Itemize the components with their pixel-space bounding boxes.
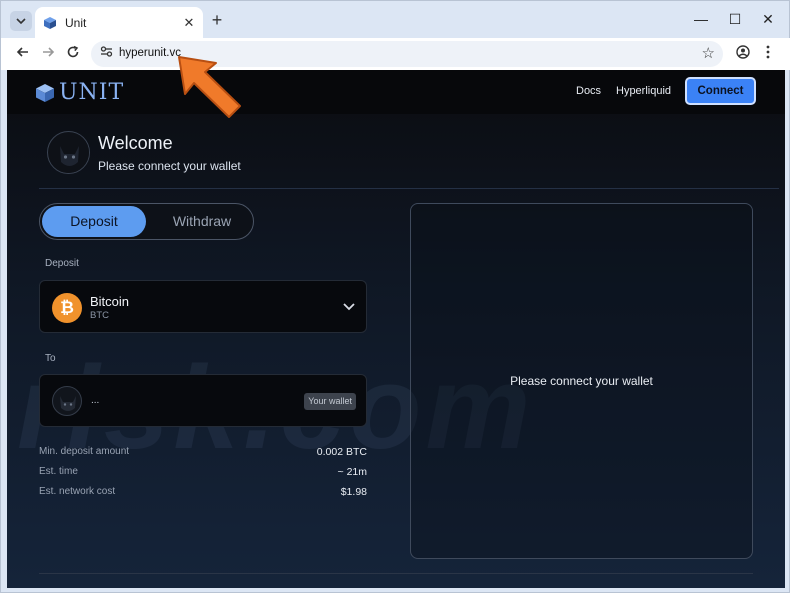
arrow-left-icon bbox=[16, 47, 28, 57]
welcome-title: Welcome bbox=[98, 133, 173, 153]
connect-button[interactable]: Connect bbox=[685, 77, 756, 105]
bookmark-star-icon[interactable]: ☆ bbox=[702, 44, 715, 62]
pointer-arrow-icon bbox=[178, 56, 241, 118]
logo-text: UNIT bbox=[59, 80, 125, 105]
tab-withdraw[interactable]: Withdraw bbox=[152, 206, 252, 237]
site-logo[interactable]: UNIT bbox=[35, 80, 124, 105]
unit-favicon-icon bbox=[43, 16, 57, 30]
asset-ticker: BTC bbox=[90, 310, 109, 321]
stat-value-min-deposit: 0.002 BTC bbox=[316, 446, 367, 458]
stat-label-network-cost: Est. network cost bbox=[39, 486, 116, 497]
tab-bar: Unit ✕ + — ☐ ✕ bbox=[1, 1, 790, 39]
browser-tab[interactable]: Unit ✕ bbox=[35, 7, 203, 39]
connect-wallet-message: Please connect your wallet bbox=[510, 374, 653, 388]
welcome-section: Welcome Please connect your wallet bbox=[39, 127, 779, 189]
wallet-panel: Please connect your wallet bbox=[410, 203, 753, 559]
back-button[interactable] bbox=[13, 44, 33, 64]
arrow-right-icon bbox=[43, 47, 55, 57]
close-window-button[interactable]: ✕ bbox=[758, 11, 778, 28]
maximize-button[interactable]: ☐ bbox=[725, 11, 745, 28]
stat-value-network-cost: $1.98 bbox=[340, 486, 367, 498]
destination-wallet-field[interactable]: ... Your wallet bbox=[39, 374, 367, 427]
minimize-button[interactable]: — bbox=[691, 11, 711, 27]
to-section-label: To bbox=[45, 353, 56, 364]
stat-label-min-deposit: Min. deposit amount bbox=[39, 446, 130, 457]
reload-icon bbox=[67, 45, 79, 58]
site-settings-icon[interactable] bbox=[98, 46, 114, 62]
tab-search-dropdown[interactable] bbox=[10, 11, 32, 31]
unit-cube-icon bbox=[36, 83, 54, 102]
deposit-section-label: Deposit bbox=[45, 258, 79, 269]
page-content: risk.com UNIT Docs Hyperliquid Connect W… bbox=[7, 70, 785, 588]
browser-toolbar: hyperunit.vc ☆ bbox=[1, 38, 790, 70]
asset-select[interactable]: ₿ Bitcoin BTC bbox=[39, 280, 367, 333]
wallet-avatar bbox=[52, 386, 82, 416]
more-vertical-icon bbox=[766, 45, 770, 59]
your-wallet-badge[interactable]: Your wallet bbox=[304, 393, 356, 410]
stat-value-est-time: ~ 21m bbox=[337, 466, 367, 478]
nav-link-hyperliquid[interactable]: Hyperliquid bbox=[616, 85, 671, 97]
welcome-subtitle: Please connect your wallet bbox=[98, 159, 241, 173]
wallet-address-placeholder: ... bbox=[91, 395, 100, 406]
nav-link-docs[interactable]: Docs bbox=[576, 85, 601, 97]
browser-menu-button[interactable] bbox=[758, 44, 778, 64]
cat-avatar-icon bbox=[60, 396, 76, 411]
new-tab-button[interactable]: + bbox=[207, 11, 227, 31]
profile-button[interactable] bbox=[733, 44, 753, 64]
tab-title: Unit bbox=[65, 16, 87, 30]
reload-button[interactable] bbox=[63, 44, 83, 64]
tab-close-icon[interactable]: ✕ bbox=[179, 15, 199, 31]
divider bbox=[39, 573, 753, 574]
chevron-down-icon bbox=[16, 17, 26, 24]
cat-avatar-icon bbox=[48, 132, 89, 173]
url-text: hyperunit.vc bbox=[119, 47, 182, 59]
deposit-withdraw-toggle: Deposit Withdraw bbox=[39, 203, 254, 240]
browser-window: Unit ✕ + — ☐ ✕ hyperunit.vc ☆ UNIT Docs … bbox=[0, 0, 790, 593]
forward-button[interactable] bbox=[38, 44, 58, 64]
stat-label-est-time: Est. time bbox=[39, 466, 78, 477]
asset-name: Bitcoin bbox=[90, 294, 130, 309]
profile-icon bbox=[736, 45, 750, 59]
bitcoin-icon: ₿ bbox=[52, 293, 82, 323]
site-header: UNIT Docs Hyperliquid Connect bbox=[7, 70, 785, 114]
tab-deposit[interactable]: Deposit bbox=[42, 206, 146, 237]
avatar bbox=[47, 131, 90, 174]
chevron-down-icon bbox=[343, 303, 355, 311]
